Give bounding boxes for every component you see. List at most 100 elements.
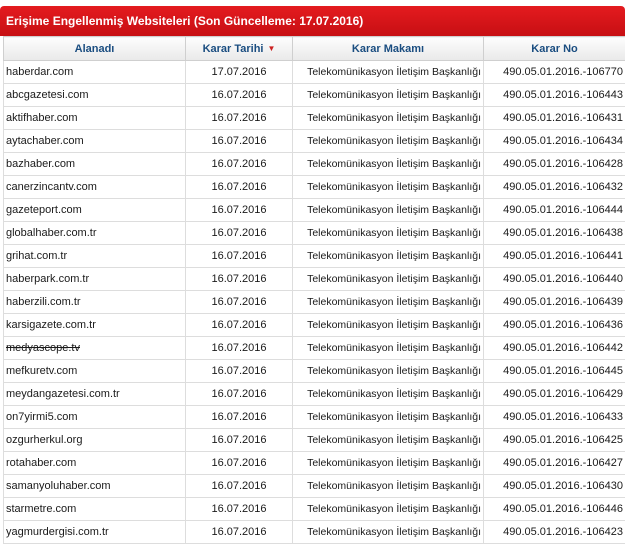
cell-authority: Telekomünikasyon İletişim Başkanlığı	[292, 451, 484, 475]
cell-date: 16.07.2016	[185, 290, 293, 314]
table-row: samanyoluhaber.com 16.07.2016 Telekomünika…	[3, 474, 625, 498]
cell-authority: Telekomünikasyon İletişim Başkanlığı	[292, 60, 484, 84]
table-body: haberdar.com 17.07.2016 Telekomünikasyon İ…	[3, 60, 625, 544]
cell-decision-no: 490.05.01.2016.-106438	[483, 221, 625, 245]
cell-decision-no: 490.05.01.2016.-106427	[483, 451, 625, 475]
cell-domain: on7yirmi5.com	[3, 405, 186, 429]
cell-decision-no: 490.05.01.2016.-106434	[483, 129, 625, 153]
cell-domain: ozgurherkul.org	[3, 428, 186, 452]
table-row: grihat.com.tr 16.07.2016 Telekomünikasyon …	[3, 244, 625, 268]
cell-domain: canerzincantv.com	[3, 175, 186, 199]
cell-decision-no: 490.05.01.2016.-106442	[483, 336, 625, 360]
cell-decision-no: 490.05.01.2016.-106439	[483, 290, 625, 314]
cell-date: 16.07.2016	[185, 83, 293, 107]
cell-domain: meydangazetesi.com.tr	[3, 382, 186, 406]
table-row: aytachaber.com 16.07.2016 Telekomünikasyon…	[3, 129, 625, 153]
column-header-label: Alanadı	[74, 42, 115, 55]
cell-authority: Telekomünikasyon İletişim Başkanlığı	[292, 198, 484, 222]
table-row: globalhaber.com.tr 16.07.2016 Telekomünika…	[3, 221, 625, 245]
cell-domain: medyascope.tv	[3, 336, 186, 360]
cell-decision-no: 490.05.01.2016.-106423	[483, 520, 625, 544]
cell-decision-no: 490.05.01.2016.-106770	[483, 60, 625, 84]
table-row: starmetre.com 16.07.2016 Telekomünikasyon …	[3, 497, 625, 521]
cell-authority: Telekomünikasyon İletişim Başkanlığı	[292, 359, 484, 383]
column-header-label: Karar No	[531, 42, 578, 55]
cell-decision-no: 490.05.01.2016.-106444	[483, 198, 625, 222]
column-header-label: Karar Tarihi	[202, 42, 264, 55]
column-header-date[interactable]: Karar Tarihi ▼	[185, 36, 293, 61]
cell-decision-no: 490.05.01.2016.-106428	[483, 152, 625, 176]
cell-date: 16.07.2016	[185, 520, 293, 544]
cell-authority: Telekomünikasyon İletişim Başkanlığı	[292, 405, 484, 429]
cell-date: 16.07.2016	[185, 497, 293, 521]
cell-domain: rotahaber.com	[3, 451, 186, 475]
cell-date: 16.07.2016	[185, 198, 293, 222]
panel-title: Erişime Engellenmiş Websiteleri (Son Gün…	[6, 14, 364, 28]
cell-date: 17.07.2016	[185, 60, 293, 84]
cell-authority: Telekomünikasyon İletişim Başkanlığı	[292, 267, 484, 291]
table-row: ozgurherkul.org 16.07.2016 Telekomünikasyo…	[3, 428, 625, 452]
table-row: yagmurdergisi.com.tr 16.07.2016 Telekomüni…	[3, 520, 625, 544]
cell-date: 16.07.2016	[185, 336, 293, 360]
table-row: medyascope.tv 16.07.2016 Telekomünikasyon …	[3, 336, 625, 360]
table-row: canerzincantv.com 16.07.2016 Telekomünikas…	[3, 175, 625, 199]
cell-domain: aktifhaber.com	[3, 106, 186, 130]
cell-date: 16.07.2016	[185, 313, 293, 337]
column-header-authority[interactable]: Karar Makamı	[292, 36, 484, 61]
cell-authority: Telekomünikasyon İletişim Başkanlığı	[292, 221, 484, 245]
cell-date: 16.07.2016	[185, 474, 293, 498]
cell-date: 16.07.2016	[185, 244, 293, 268]
table-header-row: Alanadı Karar Tarihi ▼ Karar Makamı Karar…	[3, 36, 625, 61]
cell-domain: gazeteport.com	[3, 198, 186, 222]
cell-decision-no: 490.05.01.2016.-106446	[483, 497, 625, 521]
cell-domain: yagmurdergisi.com.tr	[3, 520, 186, 544]
table-row: karsigazete.com.tr 16.07.2016 Telekomünika…	[3, 313, 625, 337]
cell-date: 16.07.2016	[185, 405, 293, 429]
cell-authority: Telekomünikasyon İletişim Başkanlığı	[292, 152, 484, 176]
table-row: haberzili.com.tr 16.07.2016 Telekomünikasy…	[3, 290, 625, 314]
cell-date: 16.07.2016	[185, 175, 293, 199]
cell-authority: Telekomünikasyon İletişim Başkanlığı	[292, 474, 484, 498]
cell-decision-no: 490.05.01.2016.-106425	[483, 428, 625, 452]
column-header-label: Karar Makamı	[351, 42, 425, 55]
cell-domain: abcgazetesi.com	[3, 83, 186, 107]
cell-domain: haberpark.com.tr	[3, 267, 186, 291]
cell-authority: Telekomünikasyon İletişim Başkanlığı	[292, 244, 484, 268]
blocked-sites-panel: Erişime Engellenmiş Websiteleri (Son Gün…	[0, 0, 625, 547]
cell-decision-no: 490.05.01.2016.-106436	[483, 313, 625, 337]
table-row: meydangazetesi.com.tr 16.07.2016 Telekomün…	[3, 382, 625, 406]
cell-date: 16.07.2016	[185, 129, 293, 153]
table-row: rotahaber.com 16.07.2016 Telekomünikasyon …	[3, 451, 625, 475]
cell-decision-no: 490.05.01.2016.-106441	[483, 244, 625, 268]
cell-domain: mefkuretv.com	[3, 359, 186, 383]
cell-date: 16.07.2016	[185, 382, 293, 406]
cell-authority: Telekomünikasyon İletişim Başkanlığı	[292, 497, 484, 521]
cell-decision-no: 490.05.01.2016.-106443	[483, 83, 625, 107]
column-header-domain[interactable]: Alanadı	[3, 36, 186, 61]
blocked-sites-table: Alanadı Karar Tarihi ▼ Karar Makamı Karar…	[3, 36, 625, 544]
cell-authority: Telekomünikasyon İletişim Başkanlığı	[292, 290, 484, 314]
column-header-decision-no[interactable]: Karar No	[483, 36, 625, 61]
cell-decision-no: 490.05.01.2016.-106432	[483, 175, 625, 199]
sort-desc-arrow-icon[interactable]: ▼	[268, 44, 276, 53]
cell-domain: haberzili.com.tr	[3, 290, 186, 314]
cell-domain: samanyoluhaber.com	[3, 474, 186, 498]
cell-domain: karsigazete.com.tr	[3, 313, 186, 337]
cell-decision-no: 490.05.01.2016.-106433	[483, 405, 625, 429]
cell-authority: Telekomünikasyon İletişim Başkanlığı	[292, 83, 484, 107]
cell-decision-no: 490.05.01.2016.-106430	[483, 474, 625, 498]
cell-authority: Telekomünikasyon İletişim Başkanlığı	[292, 313, 484, 337]
cell-decision-no: 490.05.01.2016.-106440	[483, 267, 625, 291]
cell-domain: globalhaber.com.tr	[3, 221, 186, 245]
table-row: bazhaber.com 16.07.2016 Telekomünikasyon İ…	[3, 152, 625, 176]
cell-authority: Telekomünikasyon İletişim Başkanlığı	[292, 428, 484, 452]
cell-domain: starmetre.com	[3, 497, 186, 521]
cell-authority: Telekomünikasyon İletişim Başkanlığı	[292, 382, 484, 406]
cell-domain: bazhaber.com	[3, 152, 186, 176]
cell-authority: Telekomünikasyon İletişim Başkanlığı	[292, 336, 484, 360]
cell-date: 16.07.2016	[185, 221, 293, 245]
table-row: on7yirmi5.com 16.07.2016 Telekomünikasyon …	[3, 405, 625, 429]
table-row: haberdar.com 17.07.2016 Telekomünikasyon İ…	[3, 60, 625, 84]
panel-header: Erişime Engellenmiş Websiteleri (Son Gün…	[0, 6, 625, 36]
cell-authority: Telekomünikasyon İletişim Başkanlığı	[292, 106, 484, 130]
